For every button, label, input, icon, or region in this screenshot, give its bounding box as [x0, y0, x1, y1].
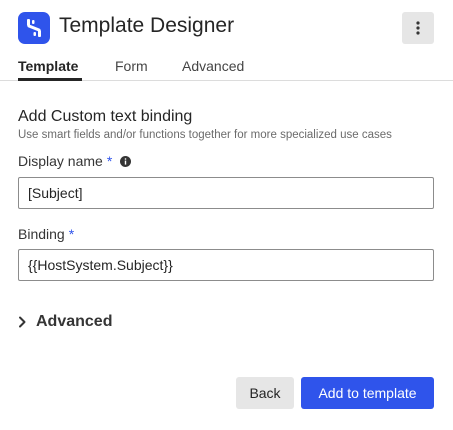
advanced-label: Advanced	[36, 313, 113, 330]
header: Template Designer	[0, 0, 453, 56]
binding-label: Binding *	[18, 226, 74, 242]
active-tab-indicator	[18, 78, 82, 81]
add-to-template-button[interactable]: Add to template	[301, 377, 434, 409]
tab-advanced[interactable]: Advanced	[182, 58, 244, 74]
brand-logo-icon	[18, 12, 50, 44]
more-menu-button[interactable]	[402, 12, 434, 44]
back-button[interactable]: Back	[236, 377, 294, 409]
required-mark: *	[68, 226, 75, 242]
display-name-label-text: Display name	[18, 153, 103, 169]
more-vertical-icon	[416, 21, 420, 35]
required-mark: *	[106, 153, 113, 169]
binding-input[interactable]	[18, 249, 434, 281]
info-icon[interactable]	[120, 155, 132, 167]
app-title: Template Designer	[59, 14, 235, 37]
display-name-label: Display name *	[18, 153, 132, 169]
tab-form[interactable]: Form	[115, 58, 148, 74]
display-name-input[interactable]	[18, 177, 434, 209]
tab-template[interactable]: Template	[18, 58, 78, 74]
section-subtitle: Use smart fields and/or functions togeth…	[18, 129, 392, 141]
advanced-expander[interactable]: Advanced	[18, 311, 112, 333]
section-title: Add Custom text binding	[18, 108, 193, 125]
chevron-right-icon	[19, 316, 26, 328]
tab-bar: Template Form Advanced	[0, 56, 453, 81]
binding-label-text: Binding	[18, 226, 65, 242]
